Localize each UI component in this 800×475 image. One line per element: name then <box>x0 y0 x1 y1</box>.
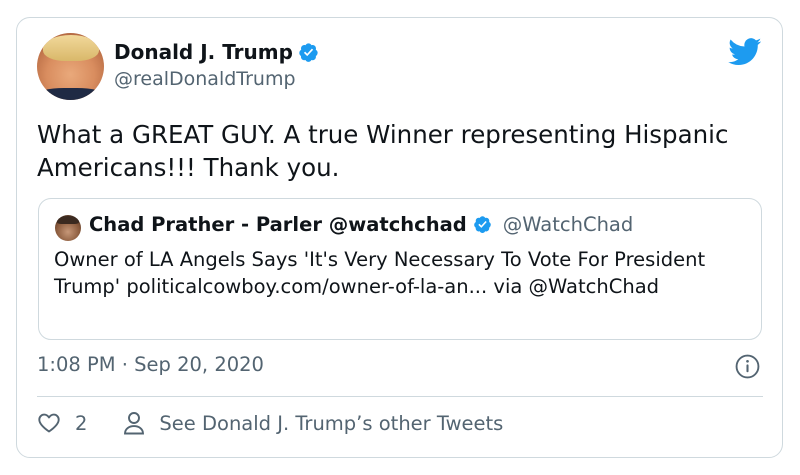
quoted-name-row: Chad Prather - Parler @watchchad @WatchC… <box>89 213 633 236</box>
quoted-tweet[interactable]: Chad Prather - Parler @watchchad @WatchC… <box>38 198 762 340</box>
author-display-name[interactable]: Donald J. Trump <box>114 40 293 64</box>
action-bar: 2 See Donald J. Trump’s other Tweets <box>37 408 503 438</box>
see-other-tweets-label: See Donald J. Trump’s other Tweets <box>159 411 504 435</box>
avatar-suit <box>37 88 104 100</box>
quoted-author-avatar[interactable] <box>55 215 81 241</box>
person-icon <box>124 412 145 435</box>
action-divider <box>37 396 763 397</box>
quoted-tweet-text: Owner of LA Angels Says 'It's Very Neces… <box>54 248 706 298</box>
tweet-timestamp[interactable]: 1:08 PM · Sep 20, 2020 <box>37 353 264 376</box>
verified-badge-icon <box>299 42 318 62</box>
twitter-bird-icon[interactable] <box>728 38 762 66</box>
quoted-avatar-hat <box>57 216 79 224</box>
quoted-author-handle[interactable]: @WatchChad <box>503 213 634 236</box>
see-other-tweets-link[interactable]: See Donald J. Trump’s other Tweets <box>123 411 503 435</box>
author-avatar[interactable] <box>37 33 104 100</box>
tweet-text: What a GREAT GUY. A true Winner represen… <box>37 120 729 182</box>
avatar-hair <box>43 35 99 61</box>
author-handle[interactable]: @realDonaldTrump <box>114 68 296 90</box>
heart-icon[interactable] <box>37 411 61 435</box>
author-name-row: Donald J. Trump <box>114 40 319 64</box>
info-icon[interactable] <box>735 354 760 379</box>
quoted-author-name[interactable]: Chad Prather - Parler @watchchad <box>89 213 467 236</box>
like-count[interactable]: 2 <box>75 412 87 435</box>
tweet-card: Donald J. Trump @realDonaldTrump What a … <box>16 17 783 458</box>
verified-badge-icon <box>473 216 491 234</box>
